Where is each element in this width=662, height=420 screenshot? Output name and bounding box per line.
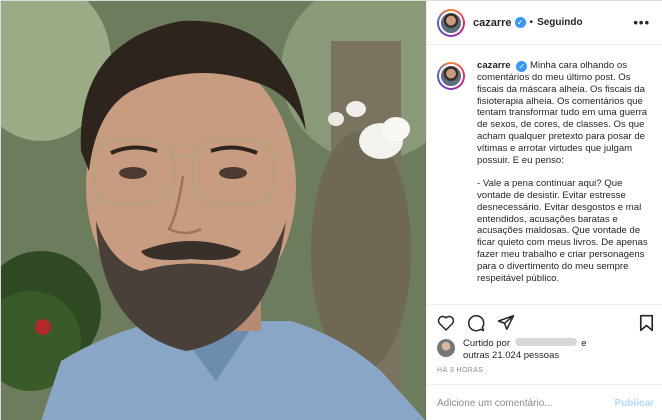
instagram-post-modal: cazarre ✓ • Seguindo ••• cazarre ✓ Minha… (0, 0, 662, 420)
liker-username-blurred[interactable] (514, 338, 577, 346)
action-bar (427, 304, 662, 338)
caption-scroll-area[interactable]: cazarre ✓ Minha cara olhando os comentár… (427, 46, 662, 303)
publish-button[interactable]: Publicar (615, 398, 654, 409)
verified-badge-icon: ✓ (514, 17, 526, 28)
likes-connector: e (581, 338, 587, 349)
caption-author-avatar[interactable] (437, 62, 465, 90)
caption-username[interactable]: cazarre (477, 60, 511, 71)
post-photo[interactable] (1, 1, 426, 420)
comment-input[interactable] (437, 397, 615, 409)
share-icon[interactable] (497, 314, 515, 331)
post-header: cazarre ✓ • Seguindo ••• (427, 1, 662, 45)
post-side-panel: cazarre ✓ • Seguindo ••• cazarre ✓ Minha… (426, 1, 662, 420)
heart-icon[interactable] (437, 314, 455, 331)
author-username[interactable]: cazarre (473, 17, 512, 29)
caption-text: cazarre ✓ Minha cara olhando os comentár… (477, 60, 654, 284)
liker-avatar[interactable] (437, 339, 455, 357)
caption-verified-badge-icon: ✓ (516, 61, 528, 72)
likes-summary: Curtido por e outras 21.024 pessoas (437, 338, 657, 362)
more-options-icon[interactable]: ••• (633, 15, 650, 30)
post-timestamp[interactable]: HÁ 3 HORAS (437, 367, 483, 374)
caption-paragraph-1: Minha cara olhando os comentários do meu… (477, 60, 648, 166)
bookmark-icon[interactable] (639, 314, 654, 332)
following-button[interactable]: Seguindo (537, 17, 583, 28)
likes-others-link[interactable]: outras 21.024 pessoas (463, 350, 559, 361)
comment-box: Publicar (427, 384, 662, 420)
caption-paragraph-2: - Vale a pena continuar aqui? Que vontad… (477, 178, 648, 284)
likes-text: Curtido por e outras 21.024 pessoas (463, 338, 587, 362)
comment-icon[interactable] (467, 314, 485, 332)
separator-dot: • (529, 17, 534, 28)
author-avatar[interactable] (437, 8, 465, 37)
likes-prefix: Curtido por (463, 338, 510, 349)
photo-illustration (1, 1, 426, 420)
